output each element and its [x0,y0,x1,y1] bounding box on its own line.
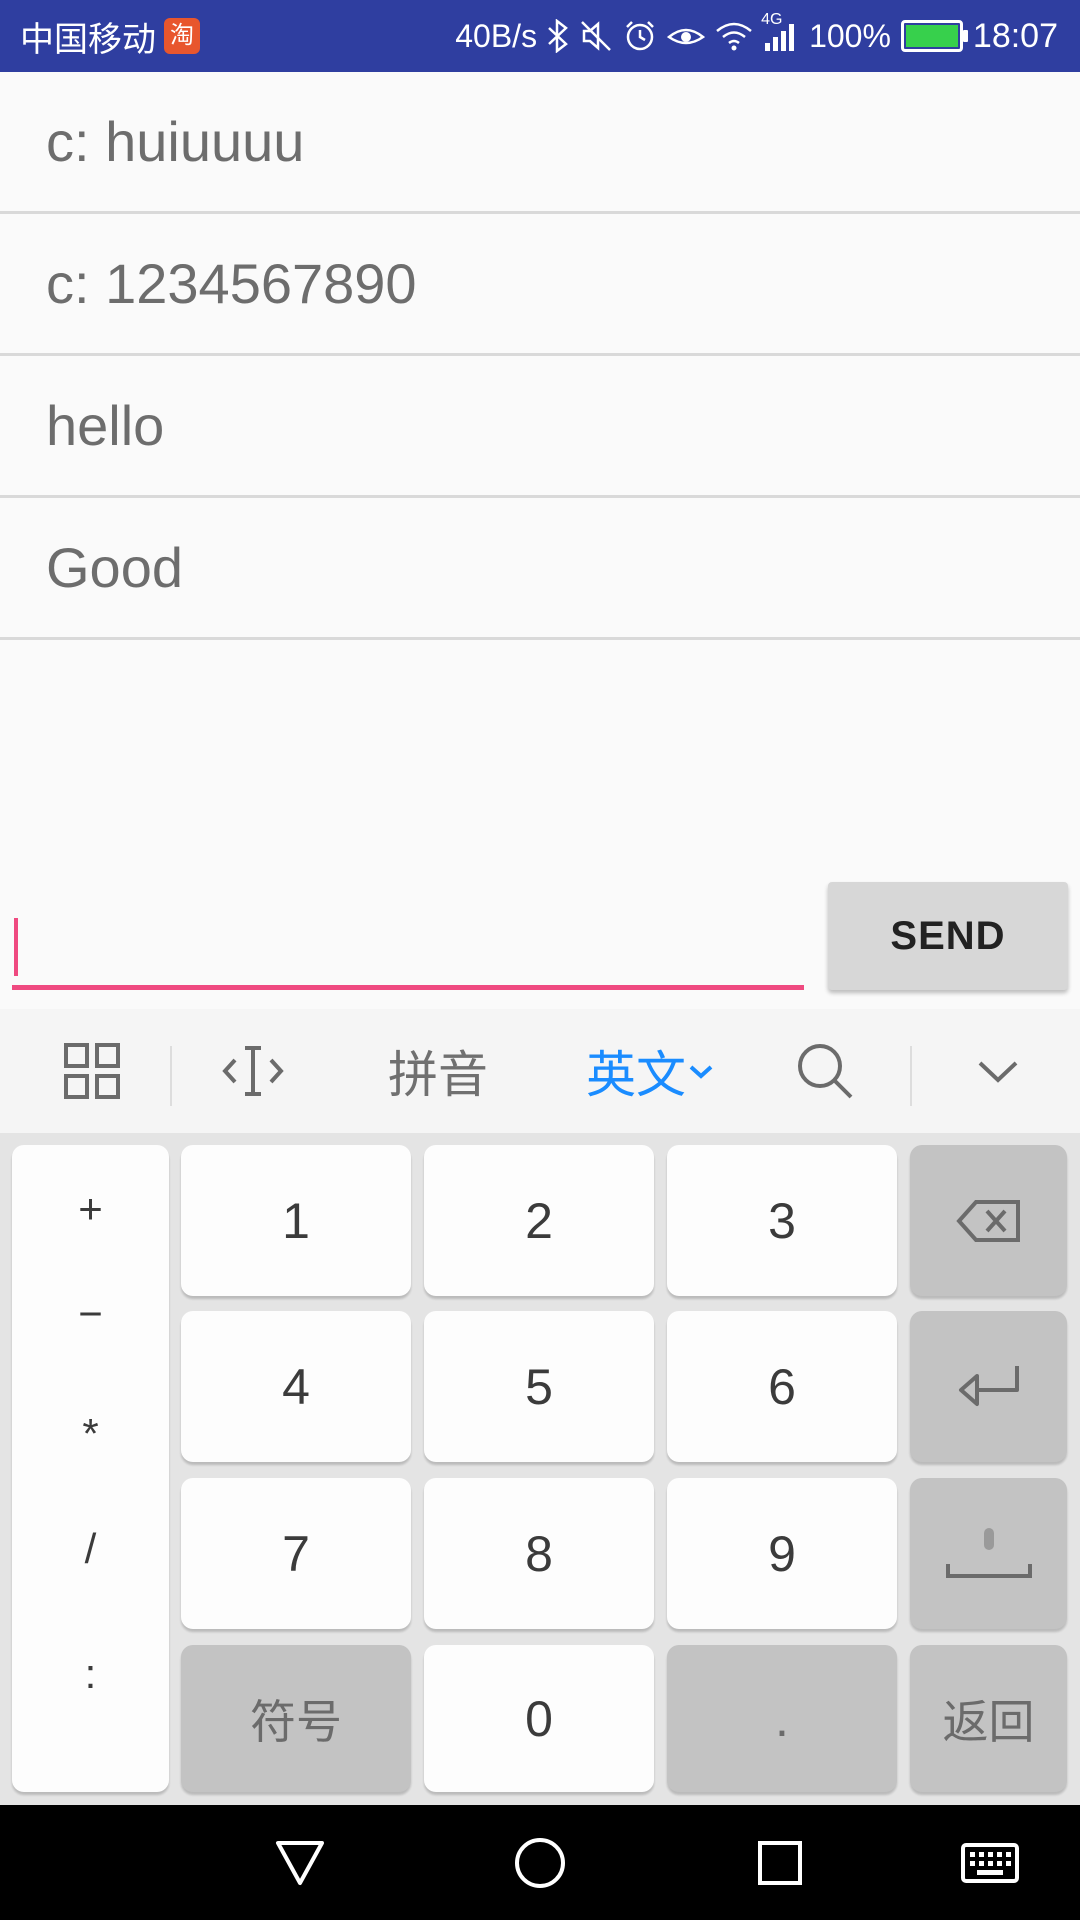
taobao-notification-icon: 淘 [164,18,200,54]
hide-keyboard-button[interactable] [950,1009,1046,1133]
message-text: hello [46,394,165,457]
message-text: Good [46,536,183,599]
battery-level-fill [905,25,958,47]
key-label: 4 [282,1358,310,1415]
chevron-down-icon [689,1065,713,1079]
key-label: . [775,1690,789,1747]
key-2[interactable]: 2 [424,1145,654,1296]
pinyin-mode-button[interactable]: 拼音 [360,1009,516,1133]
key-label: 0 [525,1690,553,1747]
enter-icon [958,1365,1019,1406]
list-item[interactable]: Good [0,498,1080,640]
message-input[interactable] [12,910,804,990]
key-9[interactable]: 9 [667,1478,897,1629]
symbol-key-slash[interactable]: / [12,1525,169,1573]
status-bar: 中国移动 淘 40B/s 4G 100% 18:07 [0,0,1080,72]
key-label: 8 [525,1525,553,1582]
symbol-key-asterisk[interactable]: * [12,1410,169,1458]
key-label: 返回 [942,1695,1035,1748]
symbol-column[interactable]: + − * / : [12,1145,169,1792]
key-label: 9 [768,1525,796,1582]
message-text: c: huiuuuu [46,110,305,173]
pinyin-label: 拼音 [388,1047,488,1103]
key-8[interactable]: 8 [424,1478,654,1629]
list-item[interactable]: c: 1234567890 [0,214,1080,356]
send-button[interactable]: SEND [828,882,1068,990]
recents-square-icon [758,1840,802,1885]
net-speed: 40B/s [455,17,538,54]
key-7[interactable]: 7 [181,1478,411,1629]
voice-space-key[interactable] [910,1478,1067,1629]
text-cursor-move-icon [222,1046,284,1096]
key-label: 7 [282,1525,310,1582]
toolbar-divider [910,1046,912,1106]
symbol-key-minus[interactable]: − [12,1290,169,1338]
search-icon [798,1044,853,1099]
text-cursor [14,918,18,976]
back-key[interactable]: 返回 [910,1645,1067,1792]
ime-menu-button[interactable] [40,1009,144,1133]
symbol-key-plus[interactable]: + [12,1185,169,1233]
key-1[interactable]: 1 [181,1145,411,1296]
search-button[interactable] [780,1009,870,1133]
battery-percent: 100% [809,17,891,54]
numeric-keyboard: + − * / : 1 2 3 4 5 6 7 8 9 符号 0 . 返回 [0,1133,1080,1805]
symbol-key-colon[interactable]: : [12,1650,169,1698]
key-3[interactable]: 3 [667,1145,897,1296]
symbols-key[interactable]: 符号 [181,1645,411,1792]
wifi-icon [715,21,753,51]
key-label: 2 [525,1192,553,1249]
back-triangle-icon [276,1840,324,1885]
dot-key[interactable]: . [667,1645,897,1792]
key-label: 6 [768,1358,796,1415]
grid-icon [64,1043,120,1099]
key-5[interactable]: 5 [424,1311,654,1462]
network-type-label: 4G [761,11,783,28]
status-left: 中国移动 淘 [20,0,200,72]
english-mode-button[interactable]: 英文 [570,1009,730,1133]
backspace-icon [955,1199,1020,1242]
mute-icon [579,19,613,53]
key-4[interactable]: 4 [181,1311,411,1462]
keyboard-switch-nav-button[interactable] [948,1805,1032,1920]
ime-toolbar: 拼音 英文 [0,1009,1080,1133]
home-circle-icon [515,1837,565,1888]
eye-comfort-icon [667,21,706,51]
key-label: 1 [282,1192,310,1249]
key-6[interactable]: 6 [667,1311,897,1462]
battery-icon [900,20,968,52]
message-text: c: 1234567890 [46,252,417,315]
message-list[interactable]: c: huiuuuu c: 1234567890 hello Good [0,72,1080,640]
clock: 18:07 [972,16,1058,55]
recents-nav-button[interactable] [740,1805,820,1920]
key-label: 3 [768,1192,796,1249]
home-nav-button[interactable] [500,1805,580,1920]
microphone-icon [945,1527,1032,1578]
bluetooth-icon [547,19,569,53]
chevron-down-icon [978,1061,1018,1083]
keyboard-icon [961,1842,1019,1883]
cursor-move-button[interactable] [200,1009,306,1133]
key-label: 符号 [250,1695,342,1748]
backspace-key[interactable] [910,1145,1067,1296]
cellular-signal-icon: 4G [761,11,799,51]
navigation-bar [0,1805,1080,1920]
alarm-icon [623,19,657,53]
list-item[interactable]: hello [0,356,1080,498]
key-label: 5 [525,1358,553,1415]
english-label: 英文 [586,1047,686,1103]
carrier-name: 中国移动 [20,20,156,59]
enter-key[interactable] [910,1311,1067,1462]
list-item[interactable]: c: huiuuuu [0,72,1080,214]
back-nav-button[interactable] [260,1805,340,1920]
status-right: 40B/s 4G 100% 18:07 [455,0,1058,72]
key-0[interactable]: 0 [424,1645,654,1792]
toolbar-divider [170,1046,172,1106]
